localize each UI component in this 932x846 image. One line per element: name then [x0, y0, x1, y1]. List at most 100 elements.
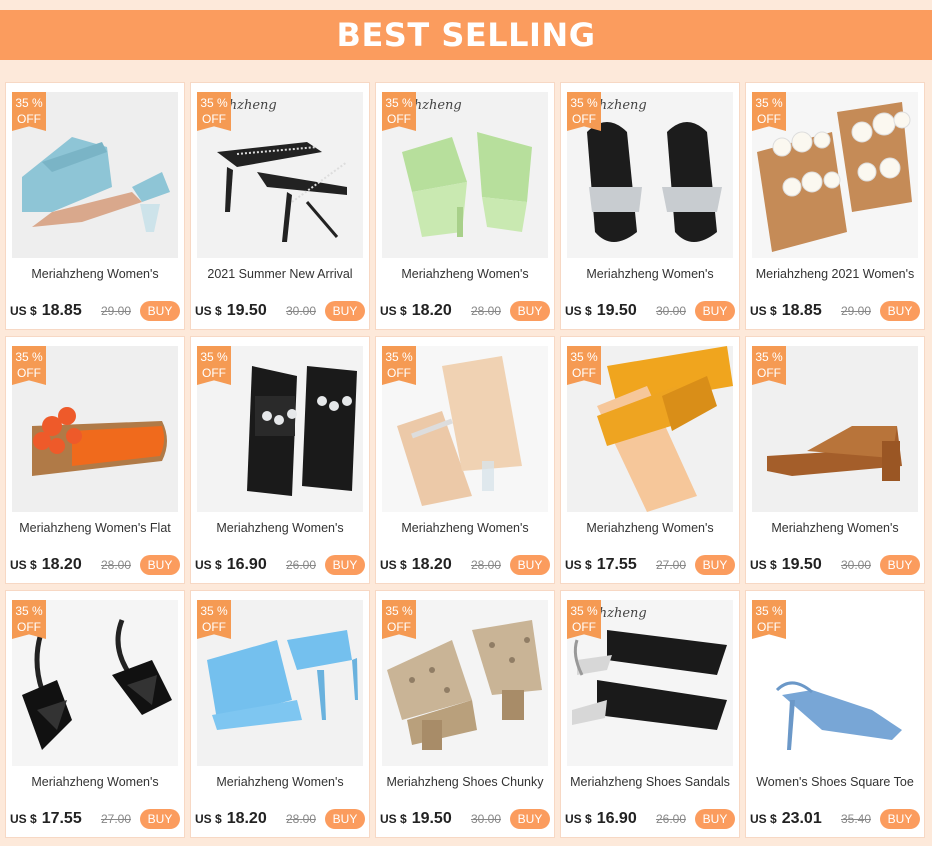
discount-percent: 35 % — [15, 96, 43, 110]
product-card[interactable]: 35 % OFF Meriahzheng Women's US $ 17.55 … — [5, 590, 185, 838]
sale-price: 19.50 — [411, 810, 452, 827]
currency-label: US $ — [565, 812, 592, 826]
buy-button[interactable]: BUY — [510, 809, 550, 829]
product-card[interactable]: 35 % OFF Meriahzheng Shoes Chunky US $ 1… — [375, 590, 555, 838]
buy-button[interactable]: BUY — [510, 301, 550, 321]
buy-button[interactable]: BUY — [140, 301, 180, 321]
product-name[interactable]: Meriahzheng Women's — [8, 775, 182, 789]
original-price: 27.00 — [100, 812, 131, 826]
price-row: US $ 17.55 27.00 BUY — [565, 555, 735, 575]
price-row: US $ 19.50 30.00 BUY — [565, 301, 735, 321]
buy-button[interactable]: BUY — [325, 301, 365, 321]
product-name[interactable]: Meriahzheng Women's — [193, 521, 367, 535]
buy-button[interactable]: BUY — [695, 555, 735, 575]
buy-button[interactable]: BUY — [325, 555, 365, 575]
sale-price: 18.85 — [41, 302, 82, 319]
buy-button[interactable]: BUY — [325, 809, 365, 829]
discount-badge: 35 % OFF — [12, 92, 46, 131]
original-price: 30.00 — [285, 304, 316, 318]
discount-badge: 35 % OFF — [382, 346, 416, 385]
discount-off-label: OFF — [387, 112, 411, 126]
discount-off-label: OFF — [202, 366, 226, 380]
discount-off-label: OFF — [572, 366, 596, 380]
product-name[interactable]: Meriahzheng Women's — [748, 521, 922, 535]
product-name[interactable]: Meriahzheng Women's — [193, 775, 367, 789]
product-name[interactable]: Meriahzheng Women's — [378, 267, 552, 281]
product-name[interactable]: Meriahzheng Women's — [563, 521, 737, 535]
product-name[interactable]: Meriahzheng 2021 Women's — [748, 267, 922, 281]
product-name[interactable]: 2021 Summer New Arrival — [193, 267, 367, 281]
product-card[interactable]: ahzheng 35 % OFF Meriahzheng Women's US … — [375, 82, 555, 330]
discount-percent: 35 % — [570, 604, 598, 618]
original-price: 29.00 — [100, 304, 131, 318]
discount-off-label: OFF — [572, 112, 596, 126]
discount-off-label: OFF — [757, 112, 781, 126]
price-row: US $ 16.90 26.00 BUY — [195, 555, 365, 575]
discount-off-label: OFF — [757, 620, 781, 634]
original-price: 26.00 — [655, 812, 686, 826]
discount-badge: 35 % OFF — [197, 600, 231, 639]
buy-button[interactable]: BUY — [695, 809, 735, 829]
currency-label: US $ — [380, 304, 407, 318]
discount-percent: 35 % — [570, 96, 598, 110]
buy-button[interactable]: BUY — [880, 301, 920, 321]
discount-badge: 35 % OFF — [567, 92, 601, 131]
original-price: 26.00 — [285, 558, 316, 572]
currency-label: US $ — [750, 558, 777, 572]
product-name[interactable]: Meriahzheng Women's — [378, 521, 552, 535]
discount-percent: 35 % — [15, 604, 43, 618]
sale-price: 18.20 — [226, 810, 267, 827]
buy-button[interactable]: BUY — [510, 555, 550, 575]
sale-price: 19.50 — [226, 302, 267, 319]
sale-price: 18.20 — [41, 556, 82, 573]
discount-percent: 35 % — [755, 604, 783, 618]
product-card[interactable]: 35 % OFF Meriahzheng Women's US $ 19.50 … — [745, 336, 925, 584]
discount-badge: 35 % OFF — [197, 346, 231, 385]
currency-label: US $ — [10, 558, 37, 572]
discount-percent: 35 % — [755, 96, 783, 110]
product-name[interactable]: Meriahzheng Shoes Chunky — [378, 775, 552, 789]
product-card[interactable]: 35 % OFF Women's Shoes Square Toe US $ 2… — [745, 590, 925, 838]
price-row: US $ 18.20 28.00 BUY — [10, 555, 180, 575]
currency-label: US $ — [565, 304, 592, 318]
product-card[interactable]: 35 % OFF Meriahzheng Women's US $ 17.55 … — [560, 336, 740, 584]
discount-percent: 35 % — [385, 350, 413, 364]
product-name[interactable]: Meriahzheng Women's — [563, 267, 737, 281]
product-card[interactable]: 35 % OFF Meriahzheng Women's Flat US $ 1… — [5, 336, 185, 584]
discount-badge: 35 % OFF — [752, 92, 786, 131]
buy-button[interactable]: BUY — [880, 555, 920, 575]
original-price: 27.00 — [655, 558, 686, 572]
currency-label: US $ — [380, 558, 407, 572]
product-card[interactable]: ahzheng 35 % OFF 2021 Summer New Arrival… — [190, 82, 370, 330]
discount-percent: 35 % — [385, 604, 413, 618]
product-card[interactable]: ahzheng 35 % OFF Meriahzheng Women's US … — [560, 82, 740, 330]
buy-button[interactable]: BUY — [140, 809, 180, 829]
product-grid: 35 % OFF Meriahzheng Women's US $ 18.85 … — [5, 82, 925, 838]
original-price: 35.40 — [840, 812, 871, 826]
original-price: 30.00 — [655, 304, 686, 318]
product-card[interactable]: 35 % OFF Meriahzheng Women's US $ 18.20 … — [190, 590, 370, 838]
buy-button[interactable]: BUY — [695, 301, 735, 321]
product-name[interactable]: Women's Shoes Square Toe — [748, 775, 922, 789]
discount-off-label: OFF — [17, 620, 41, 634]
sale-price: 18.85 — [781, 302, 822, 319]
product-card[interactable]: 35 % OFF Meriahzheng Women's US $ 18.20 … — [375, 336, 555, 584]
buy-button[interactable]: BUY — [140, 555, 180, 575]
currency-label: US $ — [195, 304, 222, 318]
product-name[interactable]: Meriahzheng Women's Flat — [8, 521, 182, 535]
buy-button[interactable]: BUY — [880, 809, 920, 829]
price-row: US $ 19.50 30.00 BUY — [750, 555, 920, 575]
discount-badge: 35 % OFF — [12, 600, 46, 639]
product-name[interactable]: Meriahzheng Shoes Sandals — [563, 775, 737, 789]
product-card[interactable]: ahzheng 35 % OFF Meriahzheng Shoes Sanda… — [560, 590, 740, 838]
discount-badge: 35 % OFF — [12, 346, 46, 385]
product-name[interactable]: Meriahzheng Women's — [8, 267, 182, 281]
original-price: 30.00 — [840, 558, 871, 572]
product-card[interactable]: 35 % OFF Meriahzheng Women's US $ 16.90 … — [190, 336, 370, 584]
discount-off-label: OFF — [202, 620, 226, 634]
product-card[interactable]: 35 % OFF Meriahzheng 2021 Women's US $ 1… — [745, 82, 925, 330]
currency-label: US $ — [195, 558, 222, 572]
original-price: 28.00 — [470, 558, 501, 572]
price-row: US $ 18.20 28.00 BUY — [380, 301, 550, 321]
product-card[interactable]: 35 % OFF Meriahzheng Women's US $ 18.85 … — [5, 82, 185, 330]
